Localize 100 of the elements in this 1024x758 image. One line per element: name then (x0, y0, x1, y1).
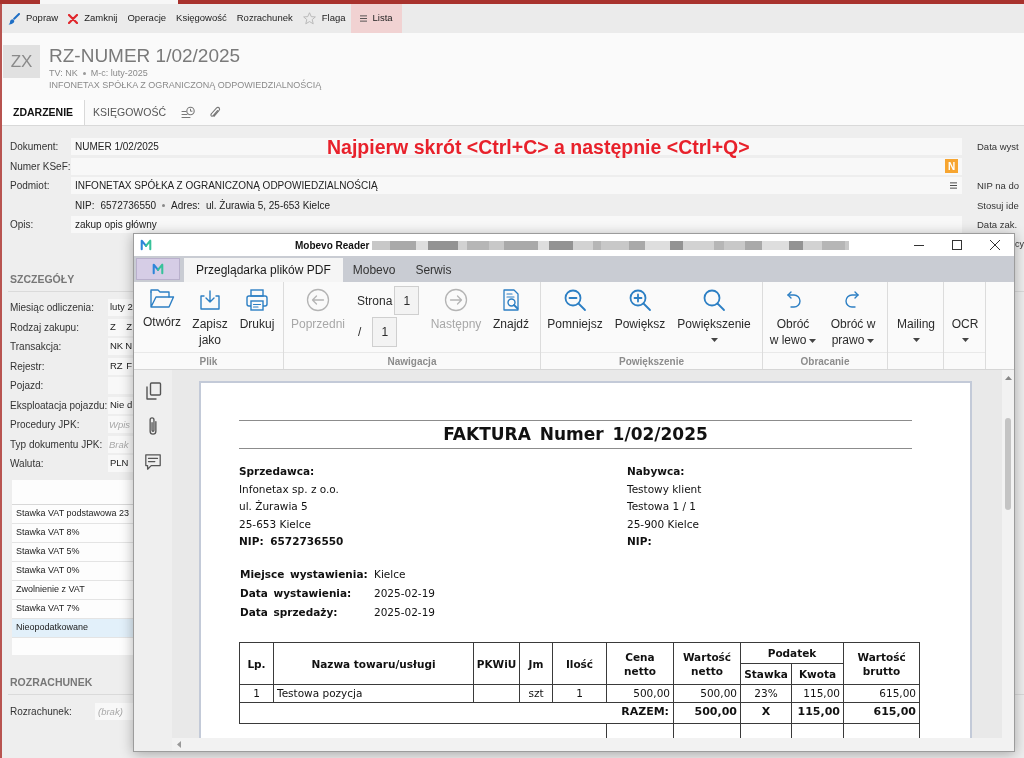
table-cell: Testowa pozycja (273, 684, 474, 702)
text-field[interactable]: zakup opis główny (71, 216, 962, 233)
ribbon-button[interactable]: Drukuj (235, 288, 279, 332)
field-value: NK (110, 339, 124, 354)
tab[interactable]: KSIĘGOWOŚĆ (85, 100, 175, 125)
page-separator: / (358, 324, 362, 341)
logo-icon (140, 238, 152, 252)
field-label: Typ dokumentu JPK: (10, 437, 104, 452)
scroll-up-icon (1004, 376, 1012, 380)
input-field[interactable] (108, 377, 133, 394)
group-label: Nawigacja (387, 354, 437, 369)
toolbar-button[interactable]: Popraw (3, 4, 64, 33)
input-field[interactable]: Z Z (108, 318, 133, 336)
list-row[interactable]: Nieopodatkowane (12, 619, 133, 638)
text-field[interactable]: INFONETAX SPÓŁKA Z OGRANICZONĄ ODPOWIEDZIALNOŚCIĄ (71, 177, 962, 194)
copy-icon[interactable] (144, 382, 162, 400)
ribbon-button[interactable]: Powiększ (611, 288, 669, 332)
paperclip-icon[interactable] (147, 416, 159, 437)
ribbon-button[interactable]: Znajdź (489, 288, 533, 332)
section-heading: ROZRACHUNEK (10, 676, 93, 688)
list-icon (359, 15, 367, 22)
list-row[interactable]: Stawka VAT 0% (12, 562, 133, 581)
list-row[interactable]: Stawka VAT podstawowa 23 (12, 505, 133, 524)
list-row[interactable]: Zwolnienie z VAT (12, 581, 133, 600)
ribbon-button[interactable]: Obróć w prawo (824, 288, 882, 348)
table-cell: 500,00 (673, 684, 741, 702)
ribbon-button[interactable]: Otwórz (139, 288, 185, 330)
address-line: 25-900 Kielce (627, 516, 699, 532)
input-field[interactable]: Wpis (108, 416, 133, 433)
group-label: Powiększenie (619, 354, 684, 369)
field-label: Rodzaj zakupu: (10, 320, 80, 335)
column-header: Ilość (552, 642, 607, 685)
input-field[interactable]: (brak) (95, 703, 133, 720)
toolbar-button[interactable]: Flaga (297, 4, 351, 33)
list-row[interactable]: Stawka VAT 7% (12, 600, 133, 619)
table-cell: 500,00 (673, 702, 741, 723)
address-line: Testowa 1 / 1 (627, 499, 697, 514)
page-number-field[interactable]: 1 (394, 286, 420, 315)
field-label: Stosuj ide (977, 198, 1019, 213)
table-cell: 115,00 (791, 684, 844, 702)
list-row[interactable]: Stawka VAT 8% (12, 524, 133, 543)
column-header: Nazwa towaru/usługi (273, 642, 474, 685)
ribbon-button[interactable]: Zapisz jako (187, 288, 233, 348)
toolbar-button[interactable]: Księgowość (171, 4, 232, 33)
field-value: Z (126, 319, 132, 334)
app-menu-button[interactable] (136, 258, 180, 280)
zoom-in-icon (628, 288, 652, 312)
field-label: Miesiąc odliczenia: (10, 301, 95, 315)
field-label: NIP: (75, 198, 95, 213)
field-label: Miejsce wystawienia: (240, 567, 368, 582)
input-field[interactable]: Brak (108, 435, 133, 453)
field-label: Data wyst (977, 140, 1019, 154)
list-row[interactable]: Stawka VAT 5% (12, 543, 133, 562)
paperclip-icon (209, 105, 222, 120)
table-cell: 615,00 (843, 684, 920, 702)
input-field[interactable]: NK N (108, 338, 133, 355)
input-field[interactable]: Nie d (108, 396, 133, 414)
vertical-scrollbar[interactable] (1002, 370, 1014, 738)
ribbon-button[interactable]: Pomniejsz (544, 288, 606, 332)
tab[interactable]: ZDARZENIE (2, 100, 86, 125)
invoice-title: FAKTURA Numer 1/02/2025 (443, 422, 708, 446)
search-icon (702, 288, 726, 312)
table-cell: 1 (239, 684, 274, 702)
ribbon-button[interactable]: Obróć w lewo (767, 288, 819, 348)
field-value: RZ (110, 358, 123, 373)
horizontal-scrollbar[interactable] (172, 738, 1014, 751)
field-label: Pojazd: (10, 379, 45, 393)
tab[interactable]: Serwis (405, 258, 462, 282)
ribbon-button[interactable]: OCR (945, 288, 985, 342)
ribbon-button[interactable]: Powiększenie (672, 288, 756, 342)
scroll-left-icon (177, 741, 181, 748)
comment-icon[interactable] (144, 453, 162, 471)
input-field[interactable]: RZ F (108, 357, 133, 375)
field-label: Eksploatacja pojazdu: (10, 398, 108, 413)
download-icon (198, 288, 222, 312)
address-line: ul. Żurawia 5 (239, 499, 308, 514)
input-field[interactable]: luty 2 (108, 299, 133, 316)
page-label: Strona (357, 292, 393, 310)
toolbar-button[interactable]: Zamknij (63, 4, 123, 33)
column-header: Wartość netto (673, 642, 741, 685)
field-label: Transakcja: (10, 340, 63, 354)
input-field[interactable]: PLN (108, 455, 133, 472)
open-folder-icon (149, 288, 175, 310)
toolbar-button[interactable]: Rozrachunek (231, 4, 298, 33)
group-label: Plik (199, 354, 218, 369)
toolbar-button[interactable]: Lista (350, 4, 402, 33)
ribbon-button[interactable]: Mailing (890, 288, 942, 342)
field-value: Z (110, 319, 116, 334)
bullet-icon (162, 203, 166, 207)
meta-text: TV: NK (49, 67, 78, 79)
minimize-icon (914, 244, 924, 246)
column-header: Cena netto (606, 642, 674, 685)
toolbar-button[interactable]: Operacje (122, 4, 172, 33)
scrollbar-thumb[interactable] (1005, 418, 1011, 510)
zoom-out-icon (563, 288, 587, 312)
maximize-icon (952, 240, 962, 250)
tab[interactable]: Mobevo (342, 258, 406, 282)
tab[interactable]: Przeglądarka plików PDF (184, 258, 343, 282)
field-label: Procedury JPK: (10, 418, 81, 432)
bullet-icon (82, 71, 86, 75)
